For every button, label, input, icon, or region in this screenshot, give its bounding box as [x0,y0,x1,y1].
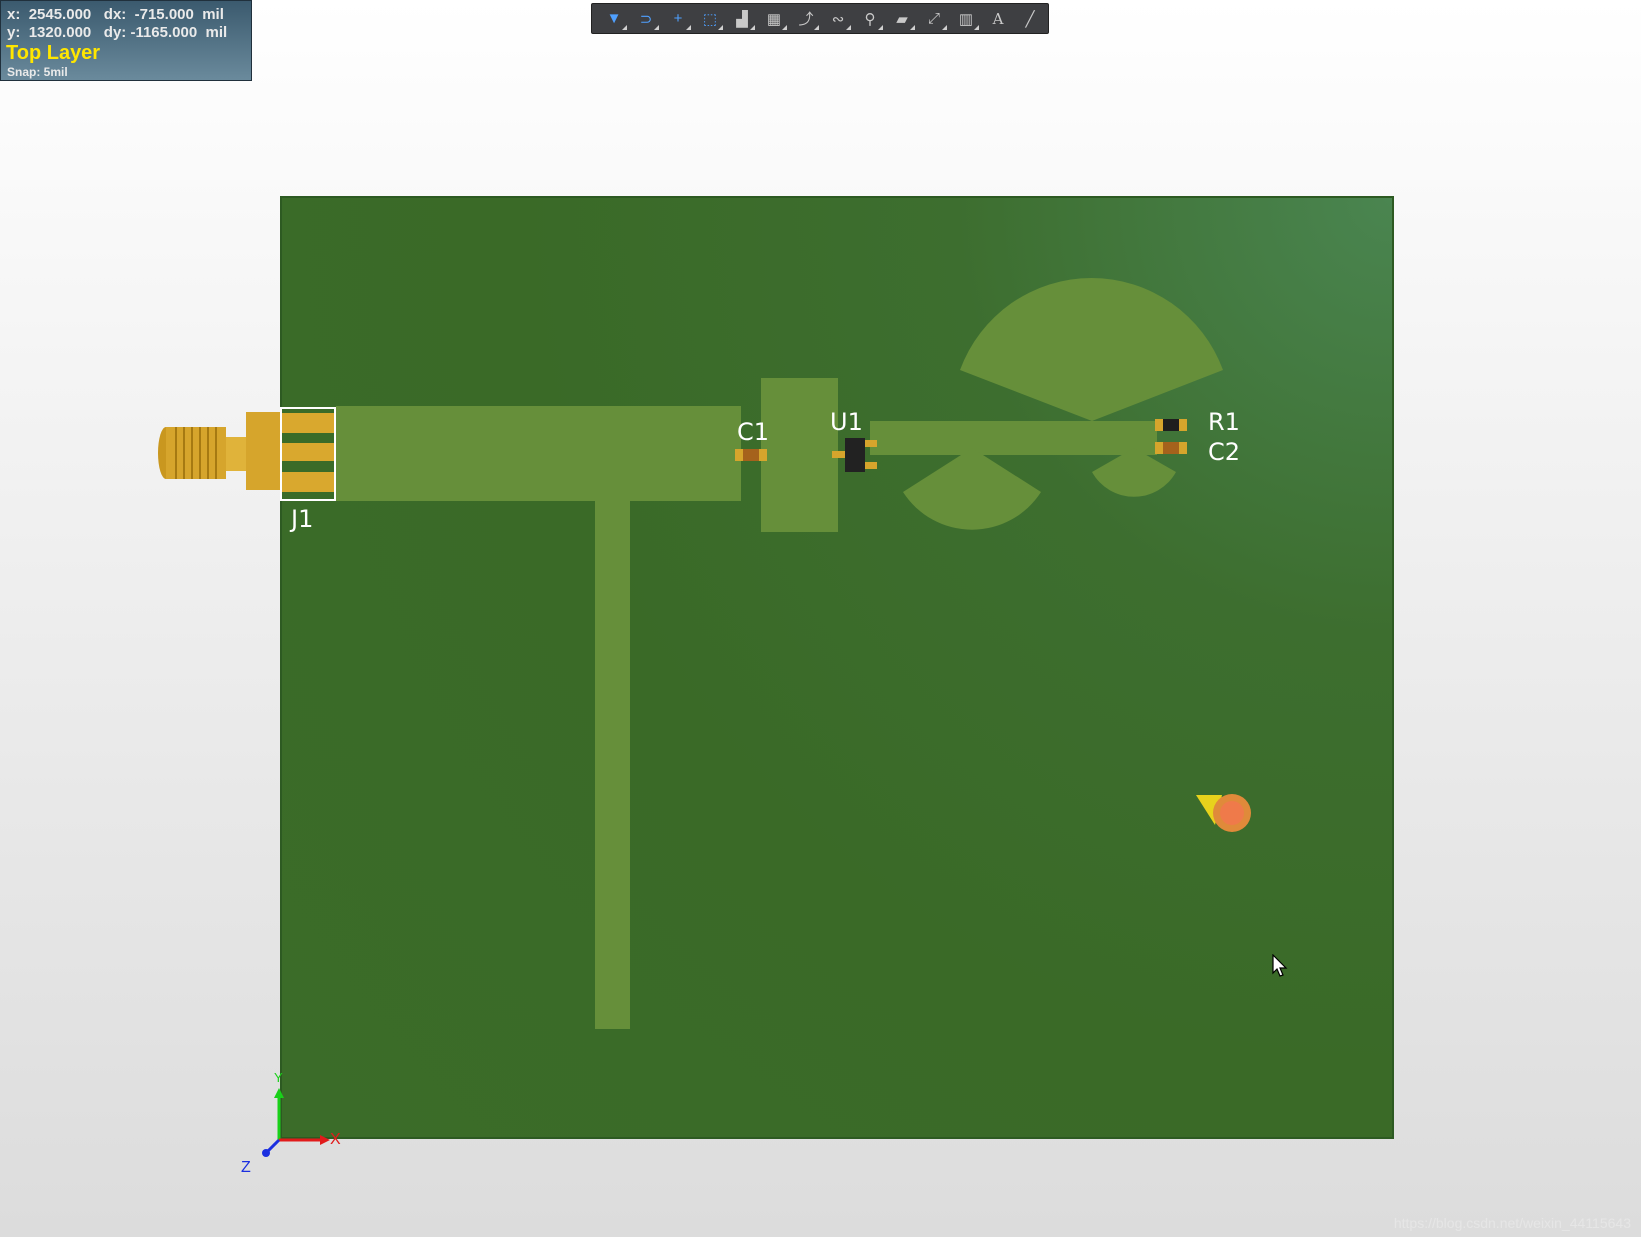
axis-x-label: X [330,1131,341,1148]
watermark: https://blog.csdn.net/weixin_44115643 [1393,1215,1631,1231]
3d-cursor-marker [1196,794,1251,832]
resistor-r1[interactable] [1155,419,1187,431]
pcb-artwork [158,278,1251,1157]
radial-stub-left[interactable] [903,448,1041,530]
designator-c2: C2 [1208,438,1241,466]
copper-stub[interactable] [595,501,630,1029]
designator-c1: C1 [737,418,770,446]
designator-r1: R1 [1208,408,1240,436]
designator-u1: U1 [830,408,863,436]
axis-triad [262,1088,330,1157]
copper-feed-trace[interactable] [336,406,741,501]
axis-z-label: Z [241,1159,251,1176]
mouse-pointer-icon [1272,954,1288,977]
sma-connector-j1[interactable] [158,407,336,501]
copper-pad-block[interactable] [761,378,838,532]
designator-j1: J1 [291,505,314,533]
capacitor-c1[interactable] [735,449,767,461]
radial-stub-right[interactable] [1092,448,1176,497]
copper-thin-trace[interactable] [870,421,1157,455]
capacitor-c2[interactable] [1155,442,1187,454]
axis-y-label: Y [274,1070,283,1085]
radial-stub-large[interactable] [960,278,1223,421]
